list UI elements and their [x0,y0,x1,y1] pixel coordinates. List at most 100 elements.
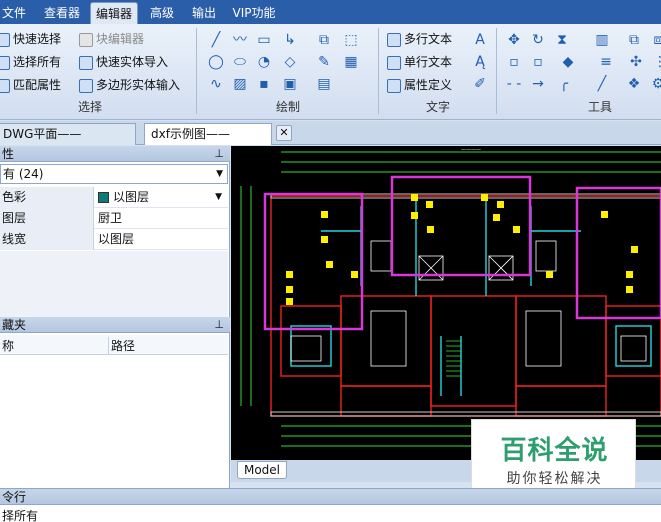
quick-select-button[interactable]: 快速选择 [0,29,61,49]
match-props-button[interactable]: 匹配属性 [0,75,61,95]
properties-empty-area [0,251,228,317]
extend-icon[interactable]: → [530,76,546,92]
property-value[interactable]: 厨卫 [96,208,228,229]
block-editor-icon [79,32,93,47]
solid-import-icon [79,55,93,70]
svg-text:————: ———— [461,147,481,153]
stext-button[interactable]: 单行文本 [387,52,452,72]
watermark: 百科全说 助你轻松解决 [471,419,636,496]
color-swatch [98,192,109,203]
color-icon[interactable]: ◆ [560,54,576,70]
document-tabs: DWG平面——R14.DWG dxf示例图——2004.dxf ✕ [0,121,661,161]
menu-output[interactable]: 输出 [184,2,224,24]
chamfer-icon[interactable]: ╱ [594,76,610,92]
explode-icon[interactable]: ✣ [628,54,644,70]
property-row-layer[interactable]: 图层 厨卫 [0,208,228,229]
ribbon-separator [378,28,379,114]
tab-dxf-example[interactable]: dxf示例图——2004.dxf [144,123,272,161]
quick-solid-import-button[interactable]: 快速实体导入 [79,52,168,72]
stext-icon [387,55,401,70]
layer-icon[interactable]: ▥ [594,32,610,48]
image-icon[interactable]: ▣ [282,76,298,92]
copy-icon[interactable]: ⧉ [316,32,332,48]
column-path[interactable]: 路径 [108,337,135,354]
menu-editor[interactable]: 编辑器 [90,2,138,24]
spline-icon[interactable]: ∿ [208,76,224,92]
property-row-lineweight[interactable]: 线宽 以图层 [0,229,228,250]
hatch-icon[interactable]: ▨ [232,76,248,92]
property-value[interactable]: 以图层 [96,229,228,250]
settings-icon[interactable]: ⚙ [650,76,661,92]
menu-file[interactable]: 文件 [0,2,36,24]
watermark-subtitle: 助你轻松解决 [506,471,603,487]
trim-icon[interactable]: ▫ [530,54,546,70]
group-label-tools: 工具 [588,100,613,114]
ungroup-icon[interactable]: ⧈ [650,32,661,48]
mtext-button[interactable]: 多行文本 [387,29,452,49]
text-style-icon[interactable]: A [472,32,488,48]
group-label-text: 文字 [426,100,451,114]
mtext-icon [387,32,401,47]
property-value[interactable]: 以图层 ▼ [96,187,228,208]
mirror-icon[interactable]: ⧗ [554,32,570,48]
property-row-color[interactable]: 色彩 以图层 ▼ [0,187,228,208]
left-panel: 性 ⊥ 有 (24) ▼ 色彩 以图层 ▼ 图层 厨卫 线宽 以图层 藏夹 ⊥ 称 路… [0,146,230,488]
select-all-icon [0,55,10,70]
ribbon-separator [496,28,497,114]
text-edit-icon[interactable]: Ą [472,54,488,70]
point-icon[interactable]: ◇ [282,54,298,70]
ellipse-icon[interactable]: ⬭ [232,54,248,70]
rectangle-icon[interactable]: ▭ [256,32,272,48]
attdef-icon [387,78,401,93]
command-output[interactable]: 择所有 [2,507,38,522]
match-props-icon [0,78,10,93]
dimension-icon[interactable]: ↳ [282,32,298,48]
move-icon[interactable]: ✥ [506,32,522,48]
palette-icon[interactable]: ❖ [626,76,642,92]
command-header: 令行 [0,489,661,505]
polygon-solid-input-button[interactable]: 多边形实体输入 [79,75,180,95]
favorites-columns: 称 路径 [0,335,228,355]
menu-viewer[interactable]: 查看器 [38,2,86,24]
rotate-icon[interactable]: ↻ [530,32,546,48]
menu-advanced[interactable]: 高级 [142,2,182,24]
arc-icon[interactable]: ◔ [256,54,272,70]
linetype-icon[interactable]: ≡ [598,54,614,70]
circle-icon[interactable]: ◯ [208,54,224,70]
line-icon[interactable]: ╱ [208,32,224,48]
menu-bar: 文件 查看器 编辑器 高级 输出 VIP功能 [0,0,661,24]
drawing-canvas[interactable]: ———— [231,146,661,460]
text-align-icon[interactable]: ✐ [472,76,488,92]
pin-icon[interactable]: ⊥ [214,146,224,162]
select-all-button[interactable]: 选择所有 [0,52,61,72]
dash-icon[interactable]: - - [506,76,522,92]
grid-icon[interactable]: ▦ [343,54,359,70]
array-icon[interactable]: ⋮ [652,54,661,70]
quick-select-icon [0,32,10,47]
column-name[interactable]: 称 [2,337,14,354]
chevron-down-icon: ▼ [215,192,222,202]
property-key: 色彩 [0,187,94,208]
command-panel: 令行 择所有 [0,488,661,522]
polyline-icon[interactable]: 〰 [232,32,248,48]
favorites-header: 藏夹 ⊥ [0,317,230,333]
table-icon[interactable]: ▤ [316,76,332,92]
group-icon[interactable]: ⧉ [626,32,642,48]
block-editor-button[interactable]: 块编辑器 [79,29,144,49]
dot-icon[interactable]: ▪ [256,76,272,92]
tab-model[interactable]: Model [237,461,287,479]
property-key: 图层 [0,208,94,229]
floor-plan-drawing: ———— [240,147,661,447]
region-icon[interactable]: ⬚ [343,32,359,48]
attdef-button[interactable]: 属性定义 [387,75,452,95]
fillet-icon[interactable]: ╭ [556,76,572,92]
menu-vip[interactable]: VIP功能 [226,2,282,24]
polygon-solid-icon [79,78,93,93]
pin-icon[interactable]: ⊥ [214,317,224,333]
close-tab-icon[interactable]: ✕ [276,125,292,141]
selection-combo[interactable]: 有 (24) ▼ [0,164,228,184]
pen-icon[interactable]: ✎ [316,54,332,70]
property-key: 线宽 [0,229,94,250]
erase-icon[interactable]: ▫ [506,54,522,70]
tab-dwg-plan[interactable]: DWG平面——R14.DWG [0,123,136,161]
